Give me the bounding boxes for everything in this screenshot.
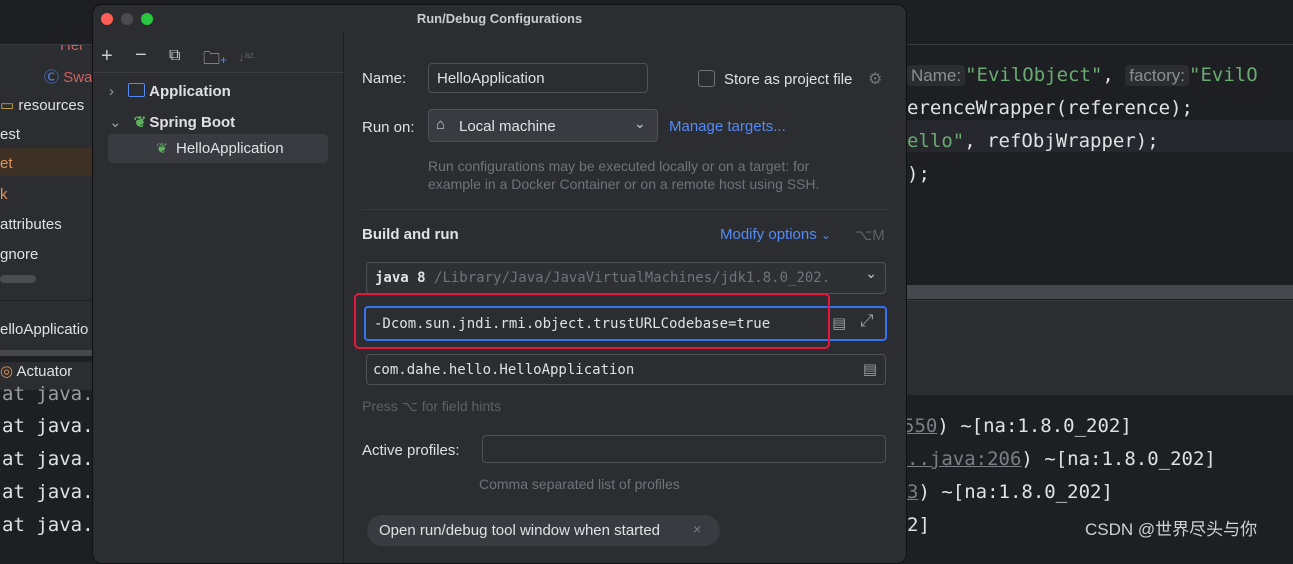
name-label: Name: [362,70,407,87]
run-on-dropdown[interactable]: ⌂ Local machine ⌄ [428,109,658,142]
project-item[interactable]: gnore [0,246,38,263]
add-icon[interactable]: + [101,45,113,68]
expand-icon[interactable]: ⤢ [860,311,874,331]
scrollbar[interactable] [0,275,36,283]
run-on-help: Run configurations may be executed local… [428,158,820,192]
modify-options-button[interactable]: Modify options ⌄ [720,226,831,243]
class-icon: Ⓒ [44,69,60,86]
active-profiles-help: Comma separated list of profiles [479,476,680,492]
active-profiles-input[interactable] [482,435,886,463]
spring-boot-icon: ❦ [156,140,168,156]
jdk-dropdown[interactable]: java 8 /Library/Java/JavaVirtualMachines… [366,262,886,294]
field-hints: Press ⌥ for field hints [362,398,502,414]
project-item[interactable]: et [0,148,92,176]
shortcut-hint: ⌥M [855,227,885,244]
actuator-icon: ◎ [0,363,14,380]
code-line: erenceWrapper(reference); [907,97,1193,119]
close-button[interactable] [101,13,113,25]
chevron-down-icon: ⌄ [109,114,122,131]
folder-icon: ▭ [0,97,15,114]
edit-text-icon[interactable]: ▤ [832,314,846,332]
edit-text-icon[interactable]: ▤ [863,360,877,378]
console-line: at java. [2,448,94,470]
console-line: ..java:206) ~[na:1.8.0_202] [907,448,1216,470]
close-icon[interactable]: × [693,521,701,537]
code-line: ello", refObjWrapper); [907,120,1293,152]
store-as-project-file-checkbox[interactable] [698,70,715,87]
chevron-right-icon: › [109,83,114,100]
code-string: "EvilO [1189,64,1258,86]
zoom-button[interactable] [141,13,153,25]
chevron-down-icon: ⌄ [865,266,877,282]
sort-icon[interactable]: ↓ᵃᶻ [238,49,254,64]
project-item[interactable]: attributes [0,216,62,233]
divider [93,72,344,73]
console-line: 2] [907,514,930,536]
stack-link[interactable]: ..java:206 [907,448,1021,470]
name-input[interactable]: HelloApplication [428,63,648,93]
chip-label: Open run/debug tool window when started [379,522,661,539]
tree-item-hello-application[interactable]: ❦ HelloApplication [108,134,328,163]
code-editor[interactable]: Name: "EvilObject", factory: "EvilO erence… [907,45,1293,290]
open-tool-window-chip[interactable]: Open run/debug tool window when started … [367,515,720,546]
divider [0,350,92,356]
chevron-down-icon: ⌄ [634,115,646,131]
param-hint: Name: [907,65,966,86]
run-tab-bar: elloApplicatio [0,300,92,350]
code-string: "EvilObject" [965,64,1103,86]
gear-icon[interactable]: ⚙ [868,69,882,89]
manage-targets-link[interactable]: Manage targets... [669,118,786,135]
main-class-input[interactable]: com.dahe.hello.HelloApplication ▤ [366,354,886,385]
highlight-box [354,293,830,349]
run-on-label: Run on: [362,119,415,136]
section-title: Build and run [362,226,459,243]
stack-link[interactable]: 3 [907,481,918,503]
tree-item-label: HelloApplication [176,140,284,157]
spring-boot-icon: ❦ [133,114,147,131]
tree-item-application[interactable]: › Application [109,83,231,100]
project-panel: Hel Ⓒ Swa ▭ resources est et k attribute… [0,45,92,300]
watermark: CSDN @世界尽头与你 [1085,520,1258,539]
project-item[interactable]: Ⓒ Swa [44,66,92,87]
home-icon: ⌂ [436,116,446,133]
project-item[interactable]: ▭ resources [0,96,84,114]
project-item[interactable]: k [0,186,8,203]
code-text: , [1102,64,1126,86]
console-line: at java. [2,514,94,536]
application-icon [128,83,146,97]
new-folder-icon[interactable]: 🗀+ [203,46,227,75]
project-item[interactable]: est [0,126,20,143]
stack-link[interactable]: 550 [903,415,937,437]
copy-icon[interactable]: ⧉ [169,47,180,65]
chevron-down-icon: ⌄ [820,228,831,242]
run-tab[interactable]: elloApplicatio [0,321,88,338]
console-line: 550) ~[na:1.8.0_202] [903,415,1132,437]
console-line: at java. [2,415,94,437]
remove-icon[interactable]: − [135,44,147,67]
param-hint: factory: [1125,65,1189,86]
console-line: 3) ~[na:1.8.0_202] [907,481,1113,503]
splitter[interactable] [907,285,1293,299]
tool-window-header [907,300,1293,395]
dialog-title: Run/Debug Configurations [416,11,583,26]
run-on-value: Local machine [459,118,556,135]
console-line: at java. [2,481,94,503]
divider [362,209,888,210]
config-tree-panel: + − ⧉ 🗀+ ↓ᵃᶻ › Application ⌄ ❦ Spring Boo… [93,33,344,563]
project-item[interactable]: Hel [60,45,83,54]
store-as-project-file-label[interactable]: Store as project file [724,71,852,88]
code-line: ); [907,163,930,185]
tree-item-spring-boot[interactable]: ⌄ ❦ Spring Boot [109,113,235,131]
minimize-button[interactable] [121,13,133,25]
run-debug-dialog: Run/Debug Configurations + − ⧉ 🗀+ ↓ᵃᶻ › … [92,4,907,564]
active-profiles-label: Active profiles: [362,442,460,459]
